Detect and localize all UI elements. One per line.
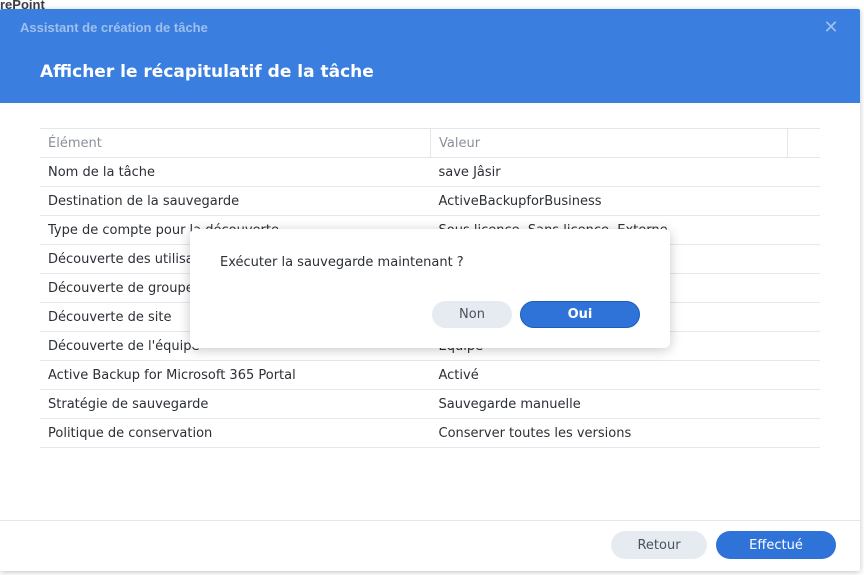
confirm-dialog: Exécuter la sauvegarde maintenant ? Non … <box>190 229 670 348</box>
dialog-message: Exécuter la sauvegarde maintenant ? <box>220 255 464 270</box>
yes-button[interactable]: Oui <box>520 301 640 328</box>
no-button[interactable]: Non <box>432 301 512 328</box>
